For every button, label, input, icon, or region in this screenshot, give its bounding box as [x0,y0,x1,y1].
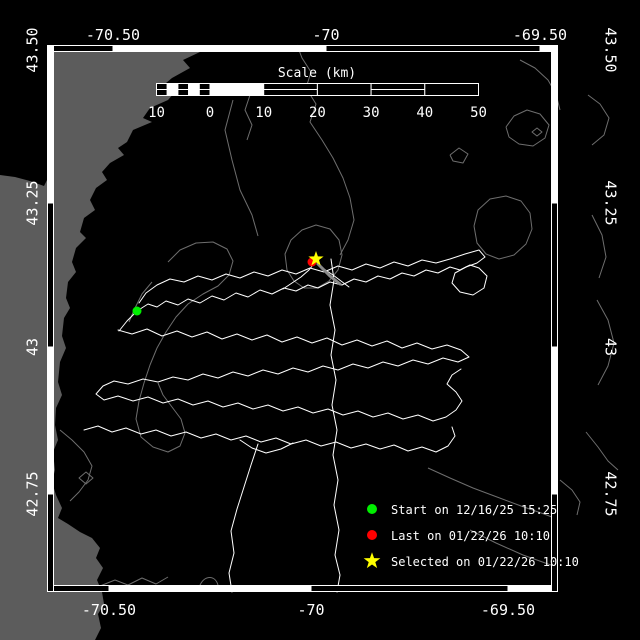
axis-label-top-2: -70 [312,26,339,44]
legend-item-last: Last on 01/22/26 10:10 [367,529,550,543]
legend-start-dot [367,504,377,514]
axis-label-right-4: 42.75 [602,471,620,516]
scale-tick-0: 10 [148,105,165,121]
legend-last-label: Last on 01/22/26 10:10 [391,529,550,543]
legend: Start on 12/16/25 15:25 Last on 01/22/26… [363,503,579,569]
legend-start-label: Start on 12/16/25 15:25 [391,503,557,517]
axis-label-bottom-1: -70.50 [82,601,136,619]
legend-selected-label: Selected on 01/22/26 10:10 [391,555,579,569]
scale-tick-2: 10 [255,105,272,121]
legend-last-dot [367,530,377,540]
axis-label-bottom-3: -69.50 [481,601,535,619]
axis-label-left-2: 43.25 [24,180,42,225]
axis-label-right-3: 43 [602,338,620,356]
scale-tick-1: 0 [206,105,214,121]
legend-item-selected: Selected on 01/22/26 10:10 [363,552,579,569]
scale-tick-4: 30 [363,105,380,121]
axis-label-top-1: -70.50 [86,26,140,44]
axis-label-right-2: 43.25 [602,180,620,225]
start-marker[interactable] [132,306,142,316]
map-canvas[interactable]: -70.50 -70 -69.50 -70.50 -70 -69.50 43.5… [0,0,640,640]
map-viewport: -70.50 -70 -69.50 -70.50 -70 -69.50 43.5… [0,0,640,640]
scale-tick-3: 20 [309,105,326,121]
axis-label-right-1: 43.50 [602,27,620,72]
axis-label-top-3: -69.50 [513,26,567,44]
scale-bar-title: Scale (km) [278,66,356,81]
axis-label-left-3: 43 [24,338,42,356]
axis-label-left-4: 42.75 [24,471,42,516]
axis-label-bottom-2: -70 [297,601,324,619]
scale-tick-5: 40 [416,105,433,121]
scale-tick-6: 50 [470,105,487,121]
legend-item-start: Start on 12/16/25 15:25 [367,503,557,517]
axis-label-left-1: 43.50 [24,27,42,72]
